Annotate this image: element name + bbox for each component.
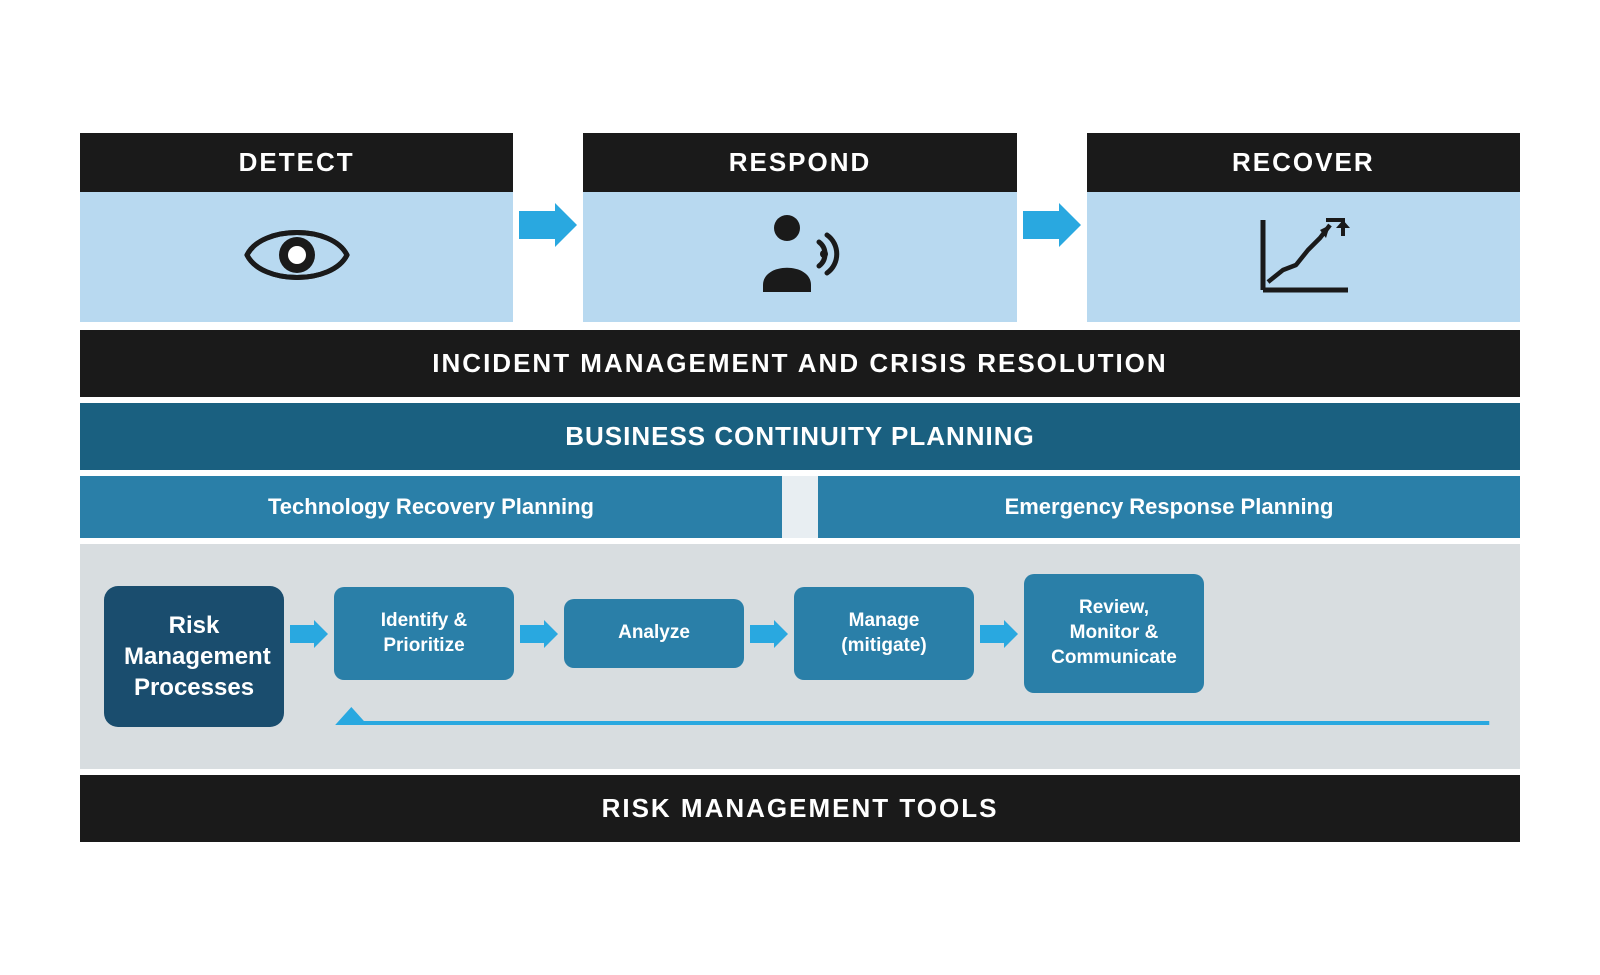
phase-row: DETECT <box>80 133 1520 322</box>
flow-step-4: Review,Monitor &Communicate <box>1024 574 1204 692</box>
flow-step-2: Analyze <box>564 599 744 668</box>
sub-plan-gap <box>794 476 806 538</box>
respond-label: RESPOND <box>583 133 1016 192</box>
incident-banner: INCIDENT MANAGEMENT AND CRISIS RESOLUTIO… <box>80 330 1520 397</box>
flow-step-1: Identify &Prioritize <box>334 587 514 680</box>
detect-label: DETECT <box>80 133 513 192</box>
respond-block: RESPOND <box>583 133 1016 322</box>
risk-main-label: RiskManagementProcesses <box>124 612 271 701</box>
step-2-label: Analyze <box>618 622 690 643</box>
bcp-banner: BUSINESS CONTINUITY PLANNING <box>80 403 1520 470</box>
feedback-container: Identify &Prioritize Analyze <box>284 574 1496 738</box>
flow-arrow-3 <box>974 620 1024 648</box>
step-4-label: Review,Monitor &Communicate <box>1051 597 1177 667</box>
technology-recovery-block: Technology Recovery Planning <box>80 476 782 538</box>
detect-block: DETECT <box>80 133 513 322</box>
flow-arrow-0 <box>284 620 334 648</box>
arrow-1-col <box>513 133 583 322</box>
step-3-label: Manage(mitigate) <box>841 610 927 656</box>
feedback-arrow-container <box>284 707 1496 739</box>
risk-area: RiskManagementProcesses Identify &Priori… <box>80 544 1520 768</box>
diagram-wrapper: DETECT <box>60 103 1540 871</box>
respond-icon-area <box>583 192 1016 322</box>
emergency-response-block: Emergency Response Planning <box>818 476 1520 538</box>
step-1-label: Identify &Prioritize <box>381 610 468 656</box>
feedback-arrow-svg <box>284 707 1496 739</box>
flow-arrow-1 <box>514 620 564 648</box>
risk-main-box: RiskManagementProcesses <box>104 586 284 728</box>
flow-step-3: Manage(mitigate) <box>794 587 974 680</box>
recover-block: RECOVER <box>1087 133 1520 322</box>
sub-planning-row: Technology Recovery Planning Emergency R… <box>80 476 1520 538</box>
eye-icon <box>242 215 352 300</box>
detect-icon-area <box>80 192 513 322</box>
arrow-2-col <box>1017 133 1087 322</box>
recover-icon <box>1248 210 1358 305</box>
arrow-right-1-icon <box>519 203 577 252</box>
arrow-right-2-icon <box>1023 203 1081 252</box>
recover-label: RECOVER <box>1087 133 1520 192</box>
tools-banner: RISK MANAGEMENT TOOLS <box>80 775 1520 842</box>
flow-arrow-2 <box>744 620 794 648</box>
recover-icon-area <box>1087 192 1520 322</box>
respond-icon <box>745 210 855 305</box>
flow-steps-row: Identify &Prioritize Analyze <box>284 574 1496 692</box>
